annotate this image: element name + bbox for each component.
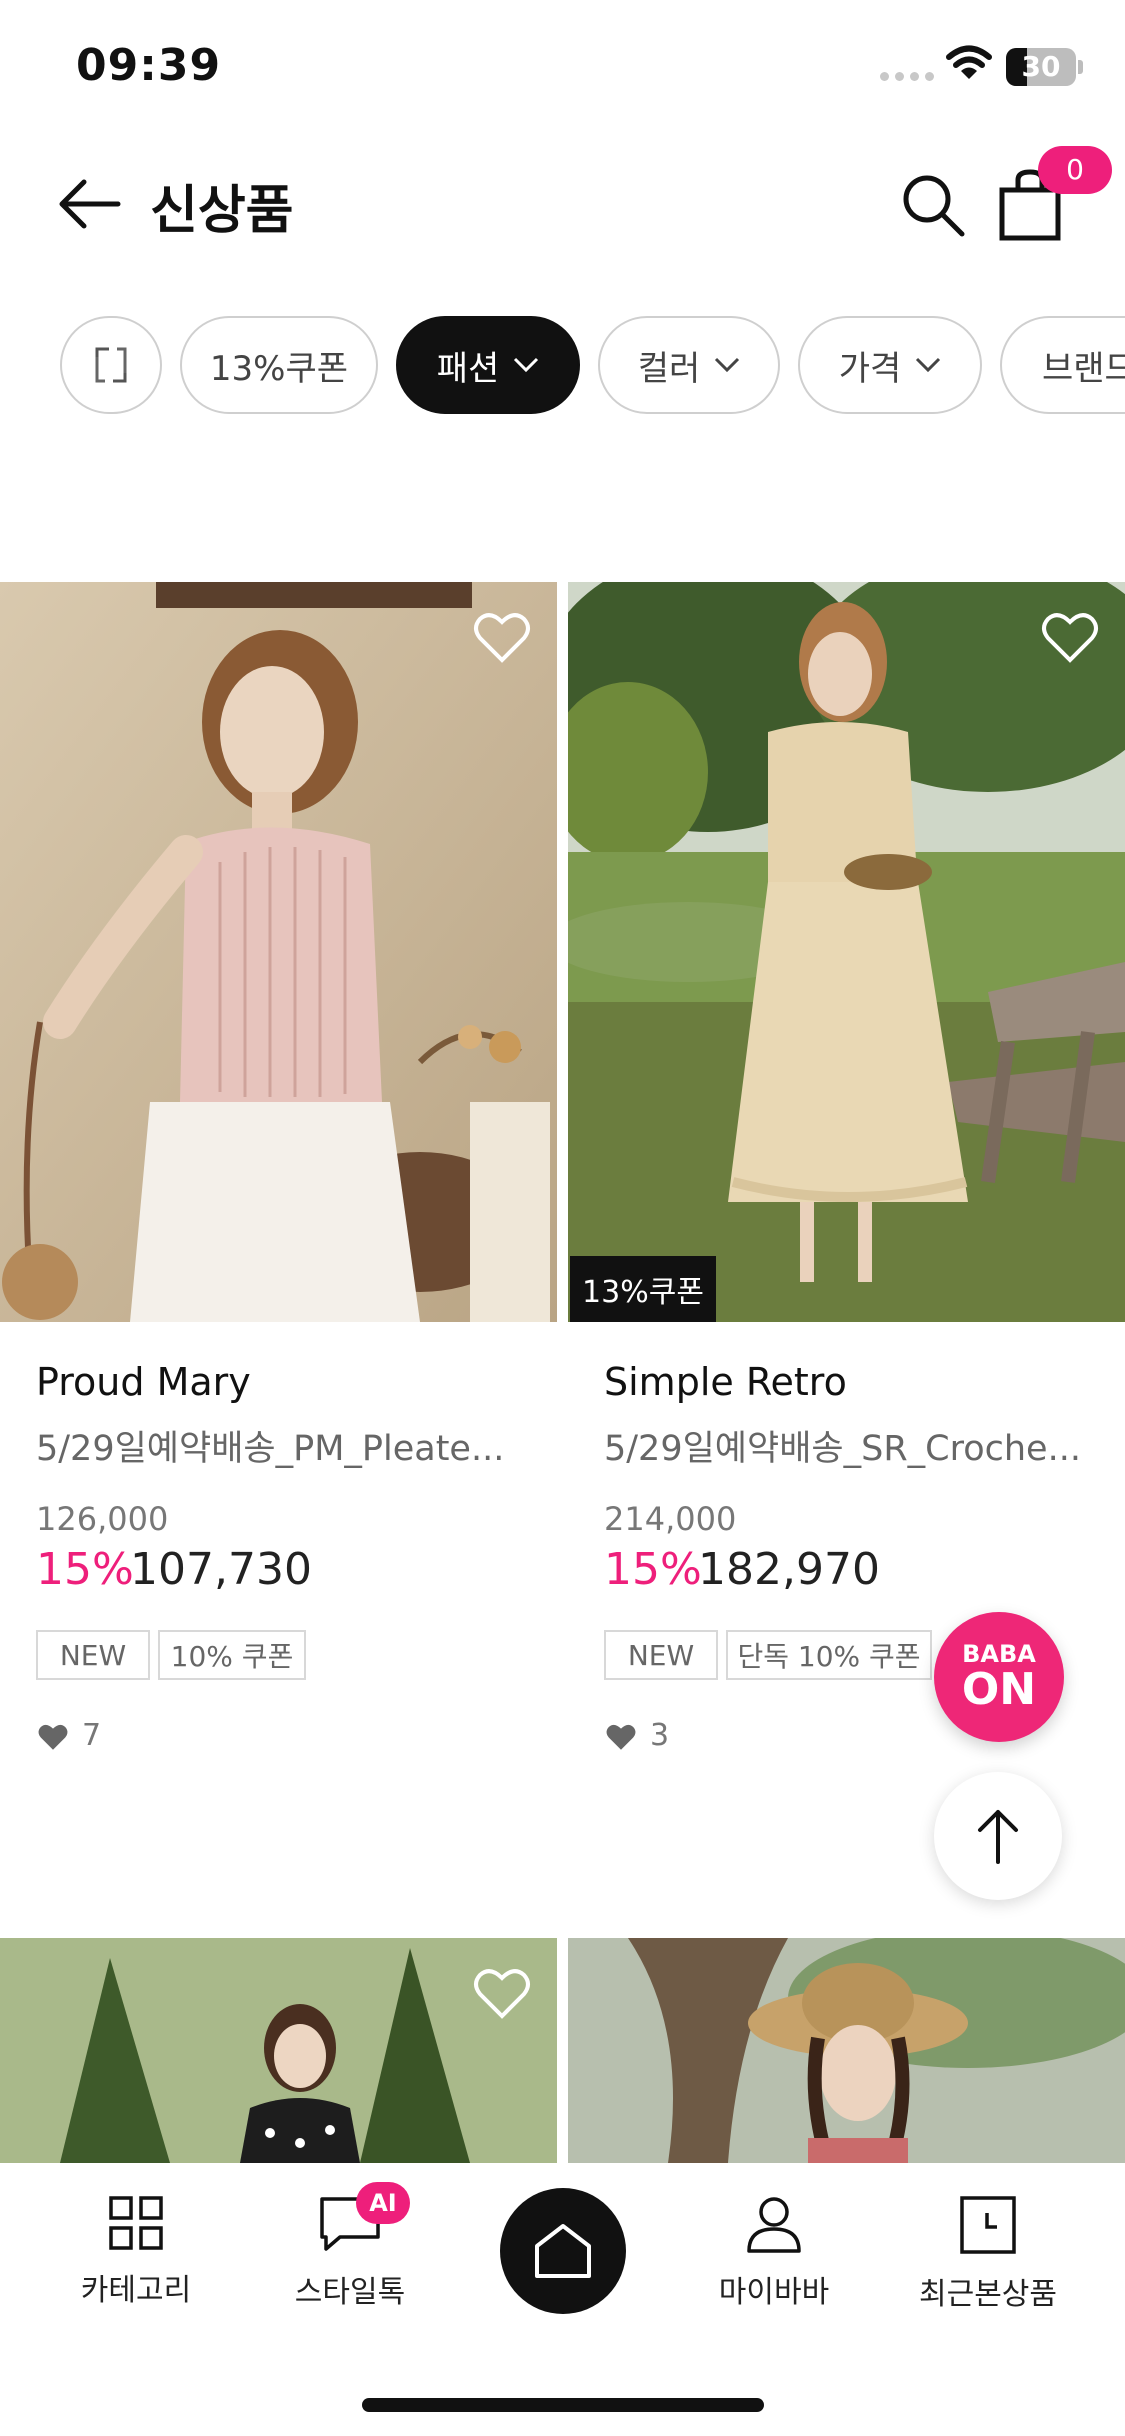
original-price: 214,000 bbox=[604, 1500, 737, 1538]
coupon-tag: 단독 10% 쿠폰 bbox=[726, 1630, 932, 1680]
coupon-tag: 10% 쿠폰 bbox=[158, 1630, 306, 1680]
image-coupon-badge: 13%쿠폰 bbox=[570, 1256, 716, 1322]
person-icon bbox=[747, 2197, 801, 2253]
clock-icon bbox=[960, 2196, 1016, 2254]
filter-chip-color[interactable]: 컬러 bbox=[598, 316, 780, 414]
nav-mybaba[interactable]: 마이바바 bbox=[684, 2195, 864, 2311]
wishlist-heart-icon[interactable] bbox=[472, 1966, 532, 2020]
like-heart-icon bbox=[606, 1724, 636, 1750]
back-arrow-icon[interactable] bbox=[56, 176, 126, 232]
product-description[interactable]: 5/29일예약배송_PM_Pleate... bbox=[36, 1420, 556, 1471]
filter-chip-fashion[interactable]: 패션 bbox=[396, 316, 580, 414]
discount-rate: 15% bbox=[604, 1544, 702, 1595]
like-count: 7 bbox=[82, 1718, 102, 1753]
nav-home-button[interactable] bbox=[500, 2188, 626, 2314]
product-description[interactable]: 5/29일예약배송_SR_Croche... bbox=[604, 1420, 1124, 1471]
grid-icon bbox=[109, 2196, 163, 2250]
filter-chip-brand[interactable]: 브랜드 bbox=[1000, 316, 1125, 414]
product-image[interactable] bbox=[568, 1938, 1125, 2163]
battery-icon: 30 bbox=[1006, 48, 1076, 86]
baba-on-line2: ON bbox=[961, 1664, 1037, 1715]
discount-rate: 15% bbox=[36, 1544, 134, 1595]
wifi-icon bbox=[946, 45, 992, 79]
wishlist-heart-icon[interactable] bbox=[1040, 610, 1100, 664]
filter-chip-label: 컬러 bbox=[637, 348, 701, 389]
chevron-down-icon bbox=[715, 357, 740, 373]
search-icon[interactable] bbox=[900, 172, 966, 238]
original-price: 126,000 bbox=[36, 1500, 169, 1538]
chevron-down-icon bbox=[916, 357, 941, 373]
filter-chip-price[interactable]: 가격 bbox=[798, 316, 982, 414]
arrow-up-icon bbox=[978, 1810, 1018, 1864]
new-tag: NEW bbox=[604, 1630, 718, 1680]
refresh-filter-button[interactable] bbox=[60, 316, 162, 414]
battery-percent: 30 bbox=[1021, 50, 1061, 83]
battery-tip bbox=[1078, 60, 1083, 74]
nav-label: 카테고리 bbox=[80, 2273, 192, 2308]
filter-chip-label: 패션 bbox=[436, 348, 500, 389]
filter-chip-label: 13%쿠폰 bbox=[209, 348, 349, 389]
ai-badge: AI bbox=[356, 2182, 410, 2224]
cellular-signal-icon bbox=[880, 72, 936, 82]
wishlist-heart-icon[interactable] bbox=[472, 610, 532, 664]
nav-category[interactable]: 카테고리 bbox=[46, 2195, 226, 2309]
new-tag: NEW bbox=[36, 1630, 150, 1680]
cart-count-badge: 0 bbox=[1038, 146, 1112, 194]
sale-price: 182,970 bbox=[698, 1544, 880, 1595]
nav-label: 최근본상품 bbox=[919, 2277, 1057, 2312]
baba-on-button[interactable]: BABA ON bbox=[934, 1612, 1064, 1742]
filter-chip-label: 가격 bbox=[838, 348, 902, 389]
like-count: 3 bbox=[650, 1718, 670, 1753]
scroll-to-top-button[interactable] bbox=[934, 1772, 1062, 1900]
status-time: 09:39 bbox=[76, 40, 222, 91]
home-indicator bbox=[362, 2398, 764, 2412]
product-brand[interactable]: Proud Mary bbox=[36, 1360, 251, 1404]
nav-recently-viewed[interactable]: 최근본상품 bbox=[898, 2195, 1078, 2313]
filter-chip-label: 브랜드 bbox=[1042, 348, 1125, 389]
like-heart-icon bbox=[38, 1724, 68, 1750]
home-icon bbox=[535, 2224, 591, 2278]
product-image[interactable] bbox=[568, 582, 1125, 1322]
chevron-down-icon bbox=[514, 357, 539, 373]
page-title: 신상품 bbox=[150, 181, 294, 241]
nav-styletalk[interactable]: 스타일톡 bbox=[260, 2195, 440, 2311]
sale-price: 107,730 bbox=[130, 1544, 312, 1595]
nav-label: 스타일톡 bbox=[294, 2275, 406, 2310]
refresh-icon bbox=[95, 347, 127, 383]
nav-label: 마이바바 bbox=[718, 2275, 830, 2310]
product-image[interactable] bbox=[0, 582, 557, 1322]
filter-chip-coupon[interactable]: 13%쿠폰 bbox=[180, 316, 378, 414]
product-brand[interactable]: Simple Retro bbox=[604, 1360, 847, 1404]
